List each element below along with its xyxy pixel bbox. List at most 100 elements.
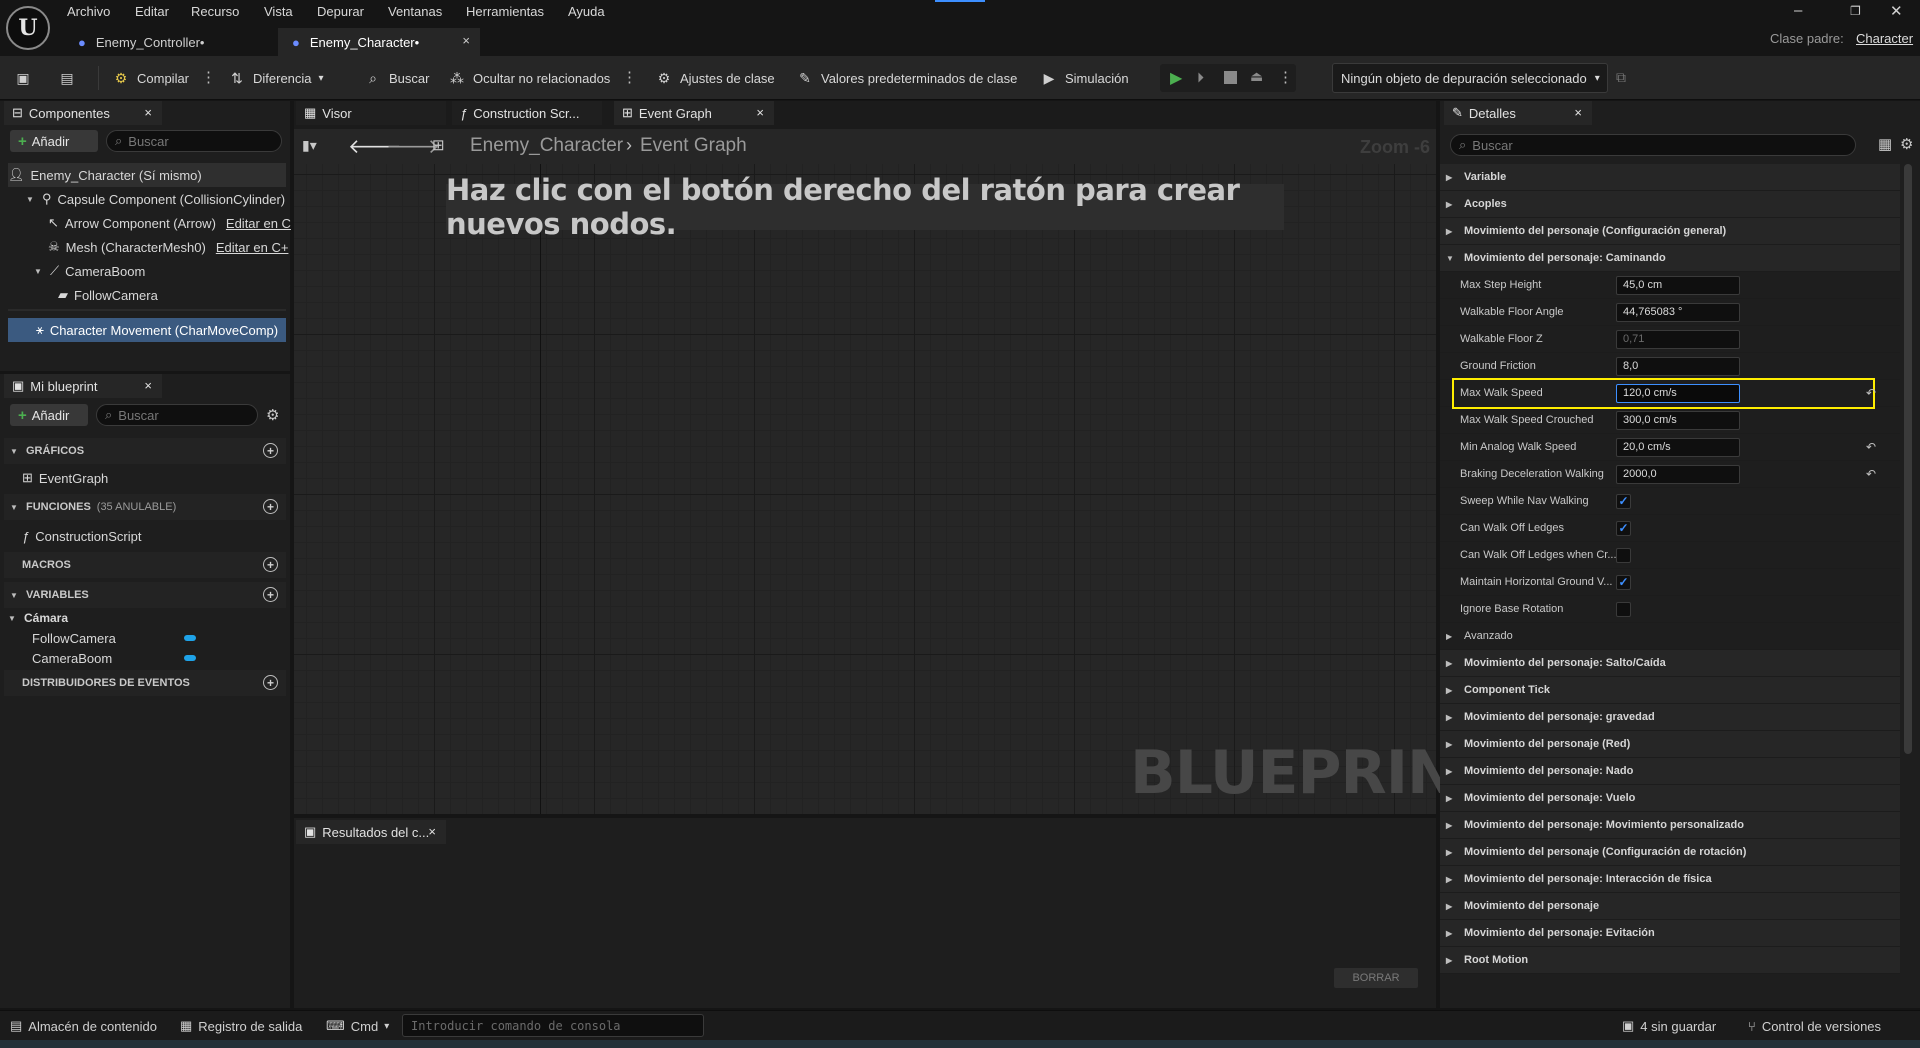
hierarchy-icon[interactable]: ⊞ <box>432 136 445 154</box>
add-graph-icon[interactable]: + <box>263 443 278 458</box>
property-value-input[interactable]: 8,0 <box>1616 356 1740 376</box>
tree-item-self[interactable]: 👤︎ Enemy_Character (Sí mismo) <box>8 163 286 187</box>
simulation-button[interactable]: ▶ Simulación <box>1040 66 1129 90</box>
category-gravity[interactable]: ▶ Movimiento del personaje: gravedad <box>1440 704 1900 731</box>
reset-to-default-icon[interactable]: ↶ <box>1866 386 1876 400</box>
save-button[interactable]: ▣ <box>14 66 32 90</box>
menu-vista[interactable]: Vista <box>264 4 293 19</box>
property-value-input[interactable]: 44,765083 ° <box>1616 302 1740 322</box>
add-macro-icon[interactable]: + <box>263 557 278 572</box>
category-variable[interactable]: ▶ Variable <box>1440 164 1900 191</box>
table-view-icon[interactable]: ▦ <box>1878 135 1892 153</box>
tab-enemy-controller[interactable]: ● Enemy_Controller• <box>64 28 274 56</box>
clear-button[interactable]: BORRAR <box>1334 968 1418 988</box>
tab-components[interactable]: ⊟ Componentes × <box>4 101 162 125</box>
close-icon[interactable]: × <box>144 378 152 393</box>
class-defaults-button[interactable]: ✎ Valores predeterminados de clase <box>796 66 1017 90</box>
section-functions[interactable]: ▼ FUNCIONES (35 ANULABLE) + <box>4 494 286 520</box>
parent-class-link[interactable]: Character <box>1856 31 1913 46</box>
close-icon[interactable]: × <box>462 33 470 48</box>
category-character-movement[interactable]: ▶ Movimiento del personaje <box>1440 893 1900 920</box>
play-icon[interactable]: ▶ <box>1170 68 1182 88</box>
menu-ayuda[interactable]: Ayuda <box>568 4 605 19</box>
stop-icon[interactable] <box>1224 71 1237 84</box>
section-graphs[interactable]: ▼ GRÁFICOS + <box>4 438 286 464</box>
list-item-constructionscript[interactable]: ƒ ConstructionScript <box>22 524 141 548</box>
category-physics-interaction[interactable]: ▶ Movimiento del personaje: Interacción d… <box>1440 866 1900 893</box>
details-scrollbar[interactable] <box>1904 164 1912 754</box>
tab-details[interactable]: ✎ Detalles × <box>1444 101 1592 125</box>
property-value-input[interactable]: 2000,0 <box>1616 464 1740 484</box>
compile-options-icon[interactable]: ⋮ <box>201 68 216 86</box>
category-avoidance[interactable]: ▶ Movimiento del personaje: Evitación <box>1440 920 1900 947</box>
hide-unrelated-button[interactable]: ⁂ Ocultar no relacionados <box>448 66 610 90</box>
category-sockets[interactable]: ▶ Acoples <box>1440 191 1900 218</box>
category-network[interactable]: ▶ Movimiento del personaje (Red) <box>1440 731 1900 758</box>
breadcrumb-root[interactable]: Enemy_Character <box>470 135 623 157</box>
eject-icon[interactable]: ⏏ <box>1250 68 1263 85</box>
category-component-tick[interactable]: ▶ Component Tick <box>1440 677 1900 704</box>
menu-recurso[interactable]: Recurso <box>191 4 239 19</box>
checkbox-unchecked[interactable] <box>1616 547 1631 563</box>
source-control-button[interactable]: ⑂ Control de versiones <box>1748 1017 1881 1035</box>
checkbox-unchecked[interactable] <box>1616 601 1631 617</box>
section-variables[interactable]: ▼ VARIABLES + <box>4 582 286 608</box>
debug-filter-icon[interactable]: ⧉ <box>1616 69 1626 86</box>
tab-my-blueprint[interactable]: ▣ Mi blueprint × <box>4 374 162 398</box>
advanced-toggle[interactable]: ▶ Avanzado <box>1440 623 1900 650</box>
find-button[interactable]: ⌕ Buscar <box>364 66 429 90</box>
menu-archivo[interactable]: Archivo <box>67 4 110 19</box>
more-options-icon[interactable]: ⋮ <box>622 68 637 86</box>
category-root-motion[interactable]: ▶ Root Motion <box>1440 947 1900 974</box>
reset-to-default-icon[interactable]: ↶ <box>1866 467 1876 481</box>
minimize-icon[interactable]: – <box>1794 2 1802 19</box>
components-search-input[interactable]: ⌕ Buscar <box>106 130 282 152</box>
checkbox-checked[interactable]: ✓ <box>1616 574 1631 590</box>
tree-item-arrow[interactable]: ↖ Arrow Component (Arrow) Editar en C <box>48 211 291 235</box>
tree-item-mesh[interactable]: ☠︎ Mesh (CharacterMesh0) Editar en C+ <box>48 235 288 259</box>
variable-cameraboom[interactable]: CameraBoom <box>32 646 202 670</box>
add-dispatcher-icon[interactable]: + <box>263 675 278 690</box>
output-log-button[interactable]: ▦ Registro de salida <box>180 1017 302 1035</box>
my-blueprint-search-input[interactable]: ⌕ Buscar <box>96 404 258 426</box>
edit-in-cpp-link[interactable]: Editar en C <box>226 216 291 231</box>
tree-item-followcamera[interactable]: ▰ FollowCamera <box>58 283 158 307</box>
menu-ventanas[interactable]: Ventanas <box>388 4 442 19</box>
close-icon[interactable]: × <box>428 824 436 839</box>
tab-compiler-results[interactable]: ▣ Resultados del c... × <box>296 820 446 844</box>
play-options-icon[interactable]: ⋮ <box>1278 68 1293 86</box>
category-rotation-settings[interactable]: ▶ Movimiento del personaje (Configuración… <box>1440 839 1900 866</box>
checkbox-checked[interactable]: ✓ <box>1616 493 1631 509</box>
close-icon[interactable]: × <box>1574 105 1582 120</box>
add-member-button[interactable]: + Añadir <box>10 404 88 426</box>
close-icon[interactable]: × <box>144 105 152 120</box>
edit-in-cpp-link[interactable]: Editar en C+ <box>216 240 289 255</box>
section-event-dispatchers[interactable]: DISTRIBUIDORES DE EVENTOS + <box>4 670 286 696</box>
checkbox-checked[interactable]: ✓ <box>1616 520 1631 536</box>
tab-viewport[interactable]: ▦ Visor <box>296 101 446 125</box>
menu-depurar[interactable]: Depurar <box>317 4 364 19</box>
diff-button[interactable]: ⇅ Diferencia ▾ <box>228 66 323 90</box>
property-value-input[interactable]: 300,0 cm/s <box>1616 410 1740 430</box>
property-value-input[interactable]: 20,0 cm/s <box>1616 437 1740 457</box>
category-swimming[interactable]: ▶ Movimiento del personaje: Nado <box>1440 758 1900 785</box>
gear-icon[interactable]: ⚙ <box>266 406 279 424</box>
section-macros[interactable]: MACROS + <box>4 552 286 578</box>
class-settings-button[interactable]: ⚙ Ajustes de clase <box>655 66 775 90</box>
add-component-button[interactable]: + Añadir <box>10 130 98 152</box>
category-custom-movement[interactable]: ▶ Movimiento del personaje: Movimiento pe… <box>1440 812 1900 839</box>
category-movement-general[interactable]: ▶ Movimiento del personaje (Configuración… <box>1440 218 1900 245</box>
menu-editar[interactable]: Editar <box>135 4 169 19</box>
tree-item-character-movement[interactable]: ⚹ Character Movement (CharMoveComp) <box>8 318 286 342</box>
browse-button[interactable]: ▤ <box>58 66 76 90</box>
add-function-icon[interactable]: + <box>263 499 278 514</box>
tab-event-graph[interactable]: ⊞ Event Graph × <box>614 101 774 125</box>
gear-icon[interactable]: ⚙ <box>1900 135 1913 153</box>
details-search-input[interactable]: ⌕ Buscar <box>1450 134 1856 156</box>
close-window-icon[interactable]: ✕ <box>1890 2 1903 20</box>
unsaved-button[interactable]: ▣ 4 sin guardar <box>1622 1017 1716 1035</box>
property-value-input[interactable]: 45,0 cm <box>1616 275 1740 295</box>
category-walking[interactable]: ▼ Movimiento del personaje: Caminando <box>1440 245 1900 272</box>
unreal-logo-icon[interactable]: U <box>6 6 50 50</box>
reset-to-default-icon[interactable]: ↶ <box>1866 440 1876 454</box>
